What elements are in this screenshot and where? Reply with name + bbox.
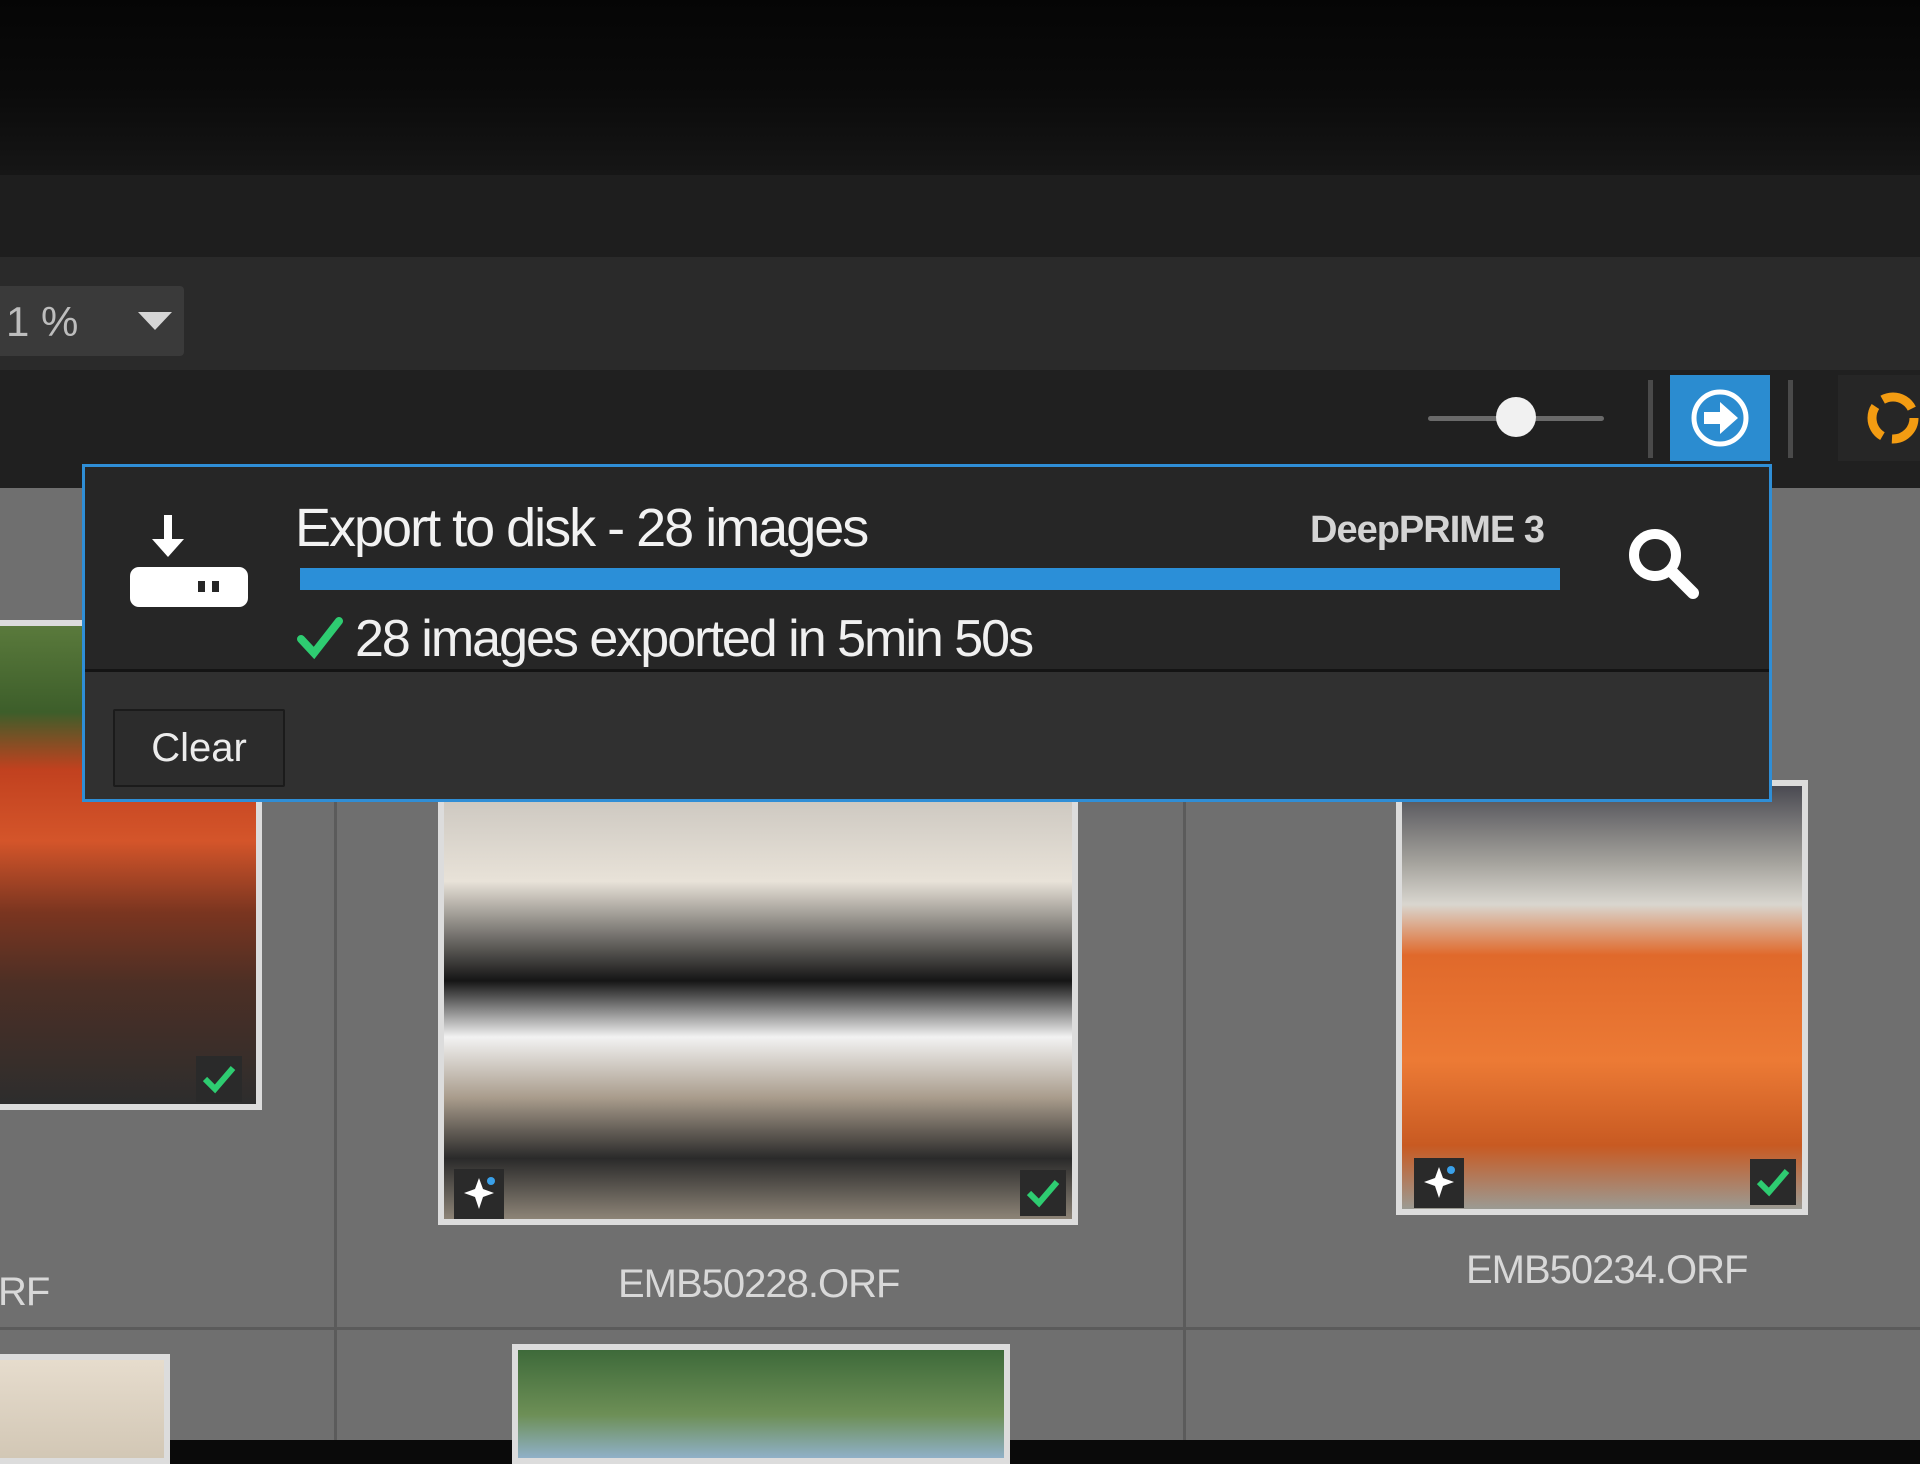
magic-wand-icon: [464, 1177, 495, 1209]
export-progress-bar: [300, 568, 1560, 590]
export-arrow-icon: [1691, 389, 1749, 447]
title-strip: [0, 175, 1920, 257]
thumbnail-image[interactable]: [512, 1344, 1010, 1464]
denoise-engine-label: DeepPRIME 3: [1310, 509, 1545, 551]
exported-badge: [1750, 1159, 1796, 1205]
export-to-disk-icon: [130, 515, 248, 607]
checkmark-icon: [202, 1066, 236, 1094]
magnifier-icon[interactable]: [1625, 525, 1703, 603]
success-check-icon: [297, 617, 343, 659]
grid-divider: [0, 1327, 1920, 1330]
thumbnail-size-slider-handle[interactable]: [1496, 397, 1536, 437]
panel-footer: [85, 672, 1769, 799]
export-title: Export to disk - 28 images: [295, 498, 869, 558]
export-progress-panel: Export to disk - 28 images DeepPRIME 3 2…: [82, 464, 1772, 802]
processing-ring-icon: [1867, 392, 1919, 444]
main-toolbar: [0, 257, 1920, 370]
monitor-bezel: [0, 0, 1920, 175]
thumbnail-filename: EMB50228.ORF: [618, 1262, 900, 1306]
exported-badge: [196, 1056, 242, 1102]
toolbar-divider: [1788, 380, 1793, 458]
zoom-value: 1 %: [6, 298, 79, 345]
edited-badge: [454, 1169, 504, 1219]
checkmark-icon: [1756, 1169, 1790, 1197]
thumbnail-filename: RF: [0, 1270, 50, 1314]
export-progress-fill: [300, 568, 1560, 590]
thumbnail-image[interactable]: [438, 780, 1078, 1225]
thumbnail-image[interactable]: [0, 1354, 170, 1464]
edited-badge: [1414, 1158, 1464, 1208]
checkmark-icon: [1026, 1180, 1060, 1208]
thumbnail-filename: EMB50234.ORF: [1466, 1248, 1748, 1292]
export-result-text: 28 images exported in 5min 50s: [355, 610, 1034, 668]
zoom-dropdown[interactable]: 1 %: [0, 286, 184, 356]
exported-badge: [1020, 1170, 1066, 1216]
chevron-down-icon[interactable]: [138, 312, 172, 330]
magic-wand-icon: [1424, 1166, 1455, 1198]
processing-status-button[interactable]: [1838, 375, 1920, 461]
thumbnail-image[interactable]: [1396, 780, 1808, 1215]
clear-button[interactable]: Clear: [113, 709, 285, 787]
toolbar-divider: [1648, 380, 1653, 458]
export-progress-button[interactable]: [1670, 375, 1770, 461]
